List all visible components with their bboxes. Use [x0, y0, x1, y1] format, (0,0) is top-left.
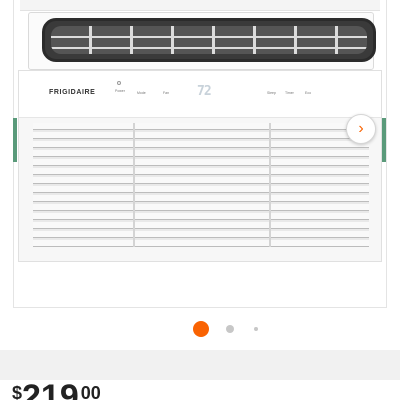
power-indicator-icon [117, 81, 121, 85]
ac-control-panel: FRIGIDAIRE Power Mode Fan 72 Sleep Timer… [19, 71, 381, 118]
price-dollars: 219 [22, 380, 79, 400]
carousel-dot-active[interactable] [193, 321, 209, 337]
ac-louver-grille [33, 123, 369, 247]
panel-label-power: Power [115, 89, 125, 93]
price-cents: 00 [80, 383, 101, 400]
temperature-display: 72 [197, 84, 212, 99]
grille-divider [133, 123, 135, 247]
card-border-right [386, 0, 387, 308]
price-currency: $ [12, 383, 23, 400]
card-border-bottom [13, 307, 387, 308]
panel-label-mode: Mode [137, 91, 146, 95]
carousel-pagination [0, 318, 400, 340]
panel-label-eco: Eco [305, 91, 312, 95]
carousel-dot[interactable] [254, 327, 258, 331]
image-side-tab-left [13, 118, 17, 162]
ac-top-tray [20, 0, 380, 11]
ac-intake-vent [42, 18, 376, 62]
ac-front-panel: FRIGIDAIRE Power Mode Fan 72 Sleep Timer… [18, 70, 382, 262]
carousel-dot[interactable] [226, 325, 234, 333]
intake-slats [51, 26, 367, 54]
panel-label-timer: Timer [285, 91, 294, 95]
panel-label-sleep: Sleep [267, 91, 276, 95]
next-image-button[interactable]: › [346, 114, 376, 144]
grille-divider [269, 123, 271, 247]
section-divider [0, 350, 400, 380]
brand-logo: FRIGIDAIRE [49, 89, 96, 96]
product-price: $219 00 [12, 380, 101, 400]
chevron-right-icon: › [358, 120, 364, 137]
panel-label-fan: Fan [163, 91, 170, 95]
product-image: FRIGIDAIRE Power Mode Fan 72 Sleep Timer… [18, 0, 382, 262]
product-page: FRIGIDAIRE Power Mode Fan 72 Sleep Timer… [0, 0, 400, 400]
product-image-carousel[interactable]: FRIGIDAIRE Power Mode Fan 72 Sleep Timer… [0, 0, 400, 310]
image-side-tab-right [382, 118, 386, 162]
